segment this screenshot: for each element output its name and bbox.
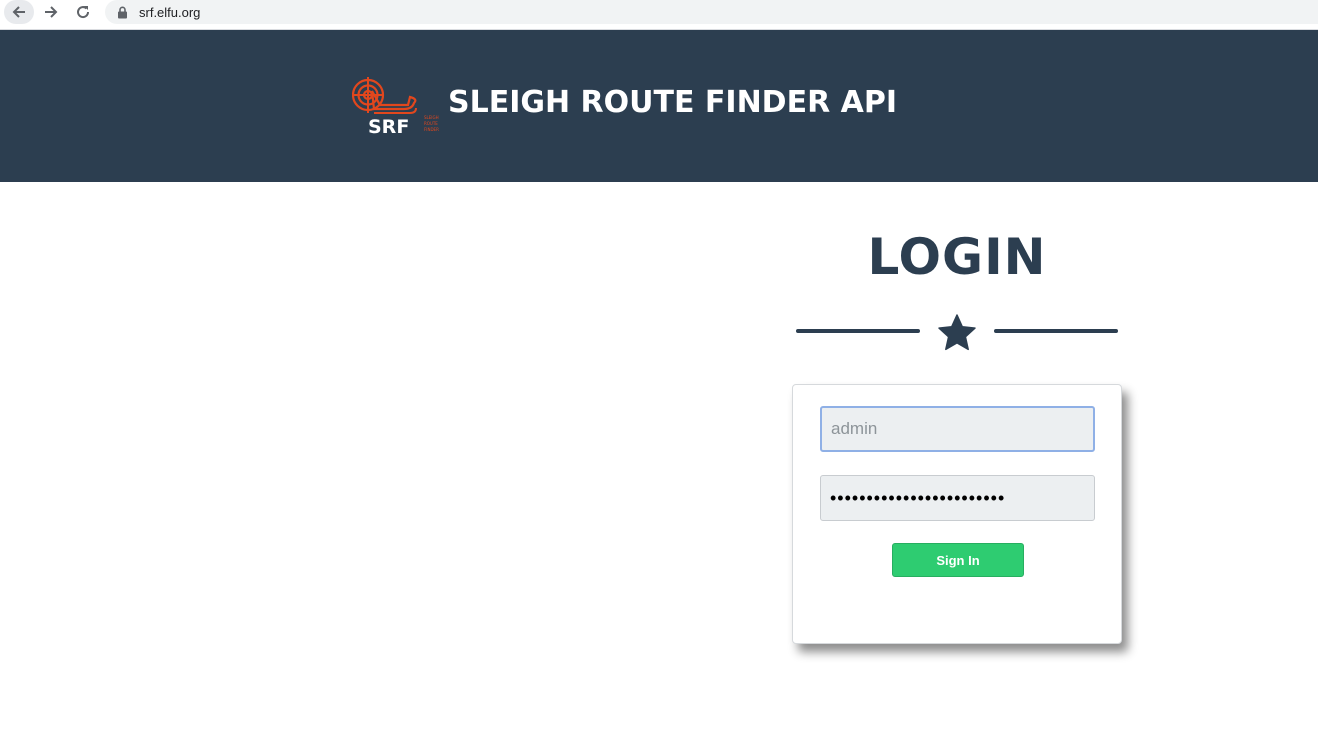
svg-text:SRF: SRF <box>368 116 409 137</box>
divider-right <box>994 329 1118 333</box>
address-bar[interactable]: srf.elfu.org <box>105 0 1318 24</box>
reload-button[interactable] <box>68 0 98 24</box>
password-field[interactable] <box>820 475 1095 521</box>
svg-text:SLEIGH: SLEIGH <box>424 115 439 120</box>
back-button[interactable] <box>4 0 34 24</box>
sign-in-button[interactable]: Sign In <box>892 543 1024 577</box>
star-icon <box>938 314 976 351</box>
site-header: SRF SLEIGH ROUTE FINDER SLEIGH ROUTE FIN… <box>0 30 1318 182</box>
login-heading: LOGIN <box>867 228 1047 286</box>
svg-text:FINDER: FINDER <box>424 127 439 132</box>
lock-icon <box>117 5 129 19</box>
srf-logo: SRF SLEIGH ROUTE FINDER <box>351 75 446 138</box>
forward-button[interactable] <box>36 0 66 24</box>
svg-text:ROUTE: ROUTE <box>424 121 438 126</box>
divider-left <box>796 329 920 333</box>
arrow-left-icon <box>12 6 25 18</box>
url-text: srf.elfu.org <box>139 4 201 20</box>
browser-toolbar: srf.elfu.org <box>0 0 1318 30</box>
arrow-right-icon <box>45 6 58 18</box>
username-field[interactable] <box>820 406 1095 452</box>
site-title: SLEIGH ROUTE FINDER API <box>448 85 897 120</box>
reload-icon <box>77 6 90 19</box>
